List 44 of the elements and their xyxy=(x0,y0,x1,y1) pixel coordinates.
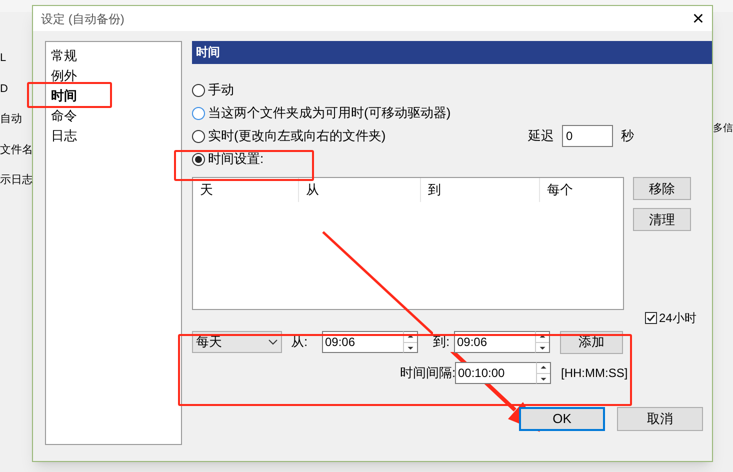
interval-label: 时间间隔: xyxy=(400,364,455,382)
dialog-button[interactable]: OK xyxy=(519,407,605,431)
sidebar-item[interactable]: 日志 xyxy=(51,126,181,146)
radio-option[interactable]: 手动 xyxy=(192,80,234,100)
background-label: D xyxy=(0,82,9,96)
to-time-field[interactable]: 09:06 xyxy=(454,331,535,353)
delay-unit: 秒 xyxy=(621,127,634,146)
dialog-button[interactable]: 取消 xyxy=(617,407,703,431)
add-button[interactable]: 添加 xyxy=(560,330,623,354)
column-header[interactable]: 到 xyxy=(421,178,540,202)
column-header[interactable]: 从 xyxy=(299,178,421,202)
interval-field[interactable]: 00:10:00 xyxy=(455,362,536,384)
column-header[interactable]: 每个 xyxy=(540,178,613,202)
clock-24h-checkbox[interactable]: 24小时 xyxy=(645,308,703,328)
chevron-down-icon xyxy=(268,339,278,345)
close-button[interactable]: × xyxy=(692,8,704,28)
background-label: L xyxy=(0,51,8,66)
side-button[interactable]: 清理 xyxy=(633,208,691,231)
checkmark-icon xyxy=(646,313,656,323)
radio-option[interactable]: 实时(更改向左或向右的文件夹) xyxy=(192,126,386,146)
delay-label: 延迟 xyxy=(528,127,554,146)
window-title: 设定 (自动备份) xyxy=(41,10,124,28)
from-label: 从: xyxy=(291,333,309,352)
column-header[interactable]: 天 xyxy=(193,178,299,202)
sidebar-item[interactable]: 命令 xyxy=(51,106,181,126)
to-label: 到: xyxy=(433,332,454,352)
section-header: 时间 xyxy=(192,41,712,64)
radio-option[interactable]: 当这两个文件夹成为可用时(可移动驱动器) xyxy=(192,103,451,123)
spin-arrows-icon[interactable] xyxy=(536,362,551,384)
radio-option[interactable]: 时间设置: xyxy=(192,149,264,169)
spin-arrows-icon[interactable] xyxy=(535,331,550,353)
interval-format: [HH:MM:SS] xyxy=(561,365,628,382)
from-time-field[interactable]: 09:06 xyxy=(322,331,403,353)
background-label: 自动 xyxy=(0,112,23,127)
sidebar-item[interactable]: 常规 xyxy=(51,46,181,66)
background-label: 多信 xyxy=(713,122,733,136)
sidebar-item[interactable]: 时间 xyxy=(51,86,181,106)
sidebar-item[interactable]: 例外 xyxy=(51,66,181,86)
delay-field[interactable]: 0 xyxy=(562,125,613,147)
spin-arrows-icon[interactable] xyxy=(403,331,418,353)
background-label: 示日志 xyxy=(0,172,30,188)
background-label: 文件名 xyxy=(0,142,30,158)
side-button[interactable]: 移除 xyxy=(633,177,691,200)
frequency-dropdown[interactable]: 每天 xyxy=(192,331,282,353)
